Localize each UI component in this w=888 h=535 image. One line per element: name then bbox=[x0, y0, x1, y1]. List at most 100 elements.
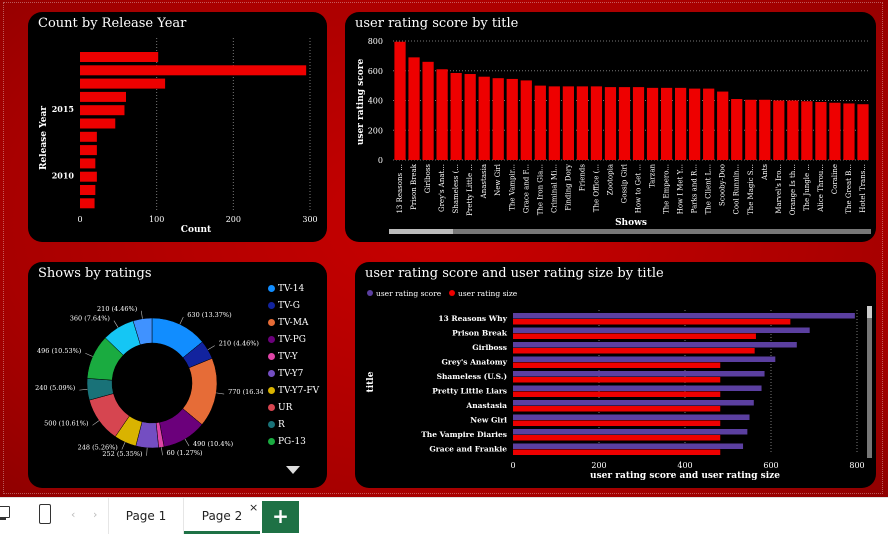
mobile-view-icon[interactable] bbox=[39, 504, 51, 524]
score-and-size-chart: user rating score user rating size 0 200 400… bbox=[366, 289, 872, 481]
y-tick-label: 2010 bbox=[52, 171, 75, 181]
chart-card-release-year[interactable]: Count by Release Year 0 100 200 300 2015 2010… bbox=[28, 12, 327, 242]
legend-item[interactable]: TV-G bbox=[268, 301, 300, 317]
bar bbox=[513, 400, 754, 406]
x-tick-label: Parks and R... bbox=[691, 164, 699, 213]
x-tick-label: Grace and F... bbox=[522, 164, 530, 213]
y-tick-label: Girlboss bbox=[472, 343, 507, 352]
legend-item[interactable]: TV-Y7-FV bbox=[268, 386, 319, 402]
bar bbox=[80, 198, 95, 209]
legend-dot-icon bbox=[268, 387, 275, 394]
slice-leader-line bbox=[161, 447, 163, 456]
bar bbox=[513, 362, 721, 368]
bar bbox=[506, 78, 518, 160]
x-tick-label: The Magic S... bbox=[747, 164, 755, 215]
x-tick-label: Anastasia bbox=[480, 164, 488, 199]
bar bbox=[80, 185, 96, 195]
slice-label: 630 (13.37%) bbox=[187, 311, 232, 319]
legend-label: TV-MA bbox=[278, 318, 309, 328]
bar bbox=[450, 72, 462, 160]
x-tick-label: How to Get ... bbox=[635, 164, 643, 213]
slice-leader-line bbox=[92, 420, 100, 426]
bar bbox=[759, 99, 771, 160]
legend-item[interactable]: PG-13 bbox=[268, 437, 306, 453]
previous-page-icon[interactable]: ‹ bbox=[71, 508, 75, 521]
desktop-view-icon[interactable] bbox=[0, 506, 10, 518]
chart-card-score-and-size[interactable]: user rating score and user rating size b… bbox=[355, 262, 876, 488]
x-tick-label: 600 bbox=[763, 461, 778, 470]
slice-leader-line bbox=[146, 447, 148, 456]
rating-by-title-chart: 0 200 400 600 800 13 Reasons ... Prison Break G… bbox=[356, 37, 871, 234]
slice-label: 496 (10.53%) bbox=[37, 347, 82, 355]
bar bbox=[513, 449, 721, 455]
bar bbox=[787, 100, 799, 160]
x-axis-title: Shows bbox=[615, 218, 647, 228]
report-canvas: Count by Release Year 0 100 200 300 2015 2010… bbox=[0, 0, 888, 497]
x-tick-label: 0 bbox=[510, 461, 515, 470]
legend-item[interactable]: TV-MA bbox=[268, 318, 308, 334]
bar bbox=[80, 91, 126, 102]
x-tick-label: The Empero... bbox=[663, 164, 671, 214]
legend-item[interactable]: TV-Y7 bbox=[268, 369, 303, 385]
bar bbox=[745, 99, 757, 160]
bar bbox=[436, 69, 448, 160]
horizontal-scrollbar-track bbox=[389, 229, 871, 234]
bar bbox=[513, 406, 721, 412]
x-tick-label: 200 bbox=[226, 215, 241, 224]
bar bbox=[646, 87, 659, 160]
bar bbox=[422, 61, 434, 161]
bar bbox=[534, 85, 546, 160]
x-tick-label: Orange Is th... bbox=[789, 164, 797, 215]
x-tick-label: Criminal Mi... bbox=[550, 164, 558, 213]
y-tick-label: Shameless (U.S.) bbox=[437, 372, 507, 381]
slice-leader-line bbox=[113, 320, 119, 328]
legend-item[interactable]: UR bbox=[268, 403, 292, 419]
bar bbox=[80, 65, 307, 76]
next-page-icon[interactable]: › bbox=[93, 508, 97, 521]
vertical-scrollbar-track bbox=[867, 306, 872, 458]
legend-dot-icon bbox=[268, 319, 275, 326]
x-tick-label: Scooby-Doo bbox=[719, 164, 727, 206]
slice-label: 360 (7.64%) bbox=[70, 315, 111, 323]
bar bbox=[492, 78, 504, 160]
x-tick-label: Gossip Girl bbox=[620, 163, 628, 203]
bar bbox=[513, 414, 750, 420]
bar bbox=[478, 76, 490, 160]
bar bbox=[576, 86, 589, 160]
x-tick-label: Marvel's Iro... bbox=[775, 164, 783, 214]
legend-dot-icon bbox=[268, 370, 275, 377]
legend-label: TV-Y7-FV bbox=[278, 386, 320, 396]
legend-label: TV-PG bbox=[278, 335, 306, 345]
x-tick-label: Grey's Anat... bbox=[438, 164, 446, 212]
tab-page-1[interactable]: Page 1 bbox=[109, 500, 183, 533]
x-tick-label: Finding Dory bbox=[564, 164, 572, 211]
bar bbox=[513, 342, 797, 348]
chart-card-shows-by-ratings[interactable]: Shows by ratings 630 (13.37%) 210 (4.46%)… bbox=[28, 262, 327, 488]
legend-item[interactable]: TV-Y bbox=[268, 352, 298, 368]
bar bbox=[562, 86, 574, 160]
bar bbox=[80, 131, 97, 142]
page-navigation-bar: ‹ › Page 1 Page 2 × + bbox=[0, 497, 888, 535]
close-tab-icon[interactable]: × bbox=[249, 501, 258, 514]
x-tick-label: 100 bbox=[149, 215, 164, 224]
bar bbox=[513, 319, 791, 325]
legend-item[interactable]: TV-PG bbox=[268, 335, 306, 351]
slice-label: 770 (16.34%) bbox=[228, 388, 263, 396]
x-tick-label: The Vampir... bbox=[508, 164, 516, 211]
x-tick-label: 300 bbox=[302, 215, 317, 224]
slice-label: 248 (5.26%) bbox=[78, 443, 119, 451]
legend-scroll-down-icon[interactable] bbox=[286, 466, 300, 474]
legend-item[interactable]: R bbox=[268, 420, 285, 436]
add-page-button[interactable]: + bbox=[262, 501, 299, 533]
legend-item[interactable]: TV-14 bbox=[268, 284, 304, 300]
x-tick-label: The Jungle ... bbox=[803, 164, 811, 211]
y-tick-label: The Vampire Diaries bbox=[421, 430, 507, 439]
y-tick-label: 13 Reasons Why bbox=[438, 314, 507, 323]
x-tick-label: Girlboss bbox=[424, 164, 432, 194]
bar bbox=[80, 105, 125, 116]
slice-leader-line bbox=[140, 310, 143, 319]
chart-card-rating-by-title[interactable]: user rating score by title 0 200 400 600 800… bbox=[345, 12, 876, 242]
x-tick-label: The Office (... bbox=[592, 164, 600, 212]
x-tick-label: 800 bbox=[849, 461, 864, 470]
bar bbox=[513, 391, 721, 397]
